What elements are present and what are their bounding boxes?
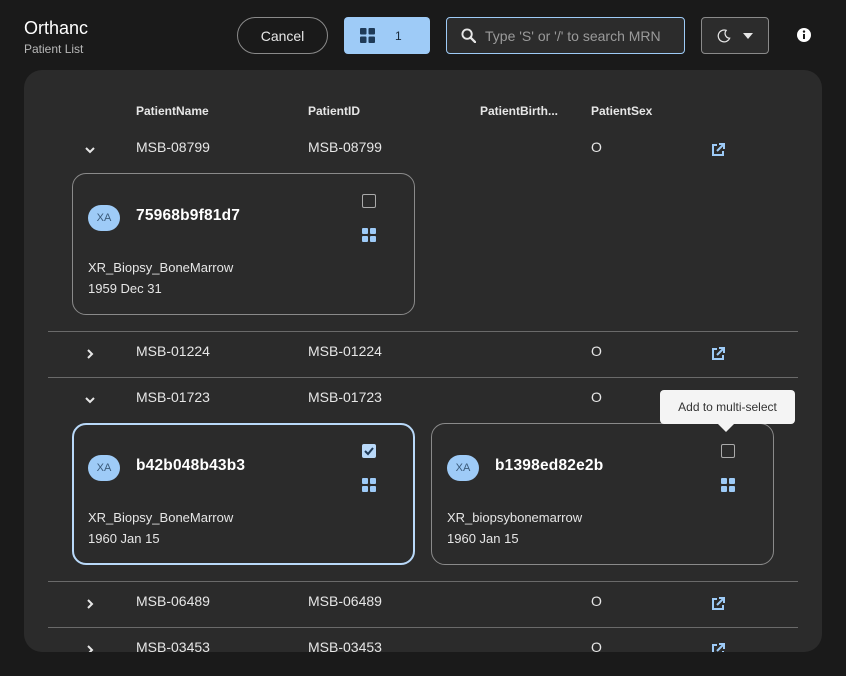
multiselect-view-button[interactable]: 1 (344, 17, 430, 54)
grid-icon[interactable] (362, 478, 376, 492)
cancel-button[interactable]: Cancel (237, 17, 328, 54)
multiselect-checkbox[interactable] (721, 444, 735, 458)
study-uid: b42b048b43b3 (136, 457, 246, 474)
multiselect-checkbox[interactable] (362, 444, 376, 458)
study-description: XR_Biopsy_BoneMarrow (88, 260, 234, 275)
patient-sex: O (591, 593, 602, 609)
patient-sex: O (591, 389, 602, 405)
column-header-patient-sex[interactable]: PatientSex (591, 104, 652, 118)
patient-id: MSB-06489 (308, 593, 382, 609)
patient-name: MSB-01723 (136, 389, 210, 405)
chevron-down-icon[interactable] (84, 394, 96, 406)
column-header-patient-name[interactable]: PatientName (136, 104, 209, 118)
checkmark-icon (364, 447, 374, 456)
study-description: XR_biopsybonemarrow (447, 510, 583, 525)
study-uid: 75968b9f81d7 (136, 207, 241, 224)
external-link-icon[interactable] (710, 642, 726, 652)
patient-id: MSB-08799 (308, 139, 382, 155)
row-divider (48, 627, 798, 628)
multiselect-count: 1 (395, 28, 402, 43)
patient-list-panel: PatientName PatientID PatientBirth... Pa… (24, 70, 822, 652)
moon-icon (717, 28, 731, 42)
search-input[interactable] (485, 27, 675, 44)
patient-name: MSB-06489 (136, 593, 210, 609)
patient-id: MSB-01224 (308, 343, 382, 359)
patient-name: MSB-03453 (136, 639, 210, 652)
chevron-right-icon[interactable] (84, 644, 96, 652)
study-uid: b1398ed82e2b (495, 457, 604, 474)
patient-sex: O (591, 343, 602, 359)
row-divider (48, 377, 798, 378)
chevron-down-icon[interactable] (84, 144, 96, 156)
app-subtitle: Patient List (24, 42, 84, 56)
caret-down-icon (743, 32, 753, 39)
column-header-patient-birthdate[interactable]: PatientBirth... (480, 104, 558, 118)
patient-id: MSB-01723 (308, 389, 382, 405)
chevron-right-icon[interactable] (84, 598, 96, 610)
study-card[interactable]: XA b1398ed82e2b XR_biopsybonemarrow 1960… (431, 423, 774, 565)
modality-badge: XA (88, 205, 120, 231)
study-description: XR_Biopsy_BoneMarrow (88, 510, 234, 525)
study-date: 1960 Jan 15 (88, 531, 160, 546)
theme-toggle-button[interactable] (701, 17, 769, 54)
search-icon (461, 28, 476, 43)
patient-sex: O (591, 139, 602, 155)
study-card[interactable]: XA b42b048b43b3 XR_Biopsy_BoneMarrow 196… (72, 423, 415, 565)
chevron-right-icon[interactable] (84, 348, 96, 360)
patient-id: MSB-03453 (308, 639, 382, 652)
patient-name: MSB-01224 (136, 343, 210, 359)
external-link-icon[interactable] (710, 346, 726, 362)
study-date: 1960 Jan 15 (447, 531, 519, 546)
column-header-patient-id[interactable]: PatientID (308, 104, 360, 118)
multiselect-checkbox[interactable] (362, 194, 376, 208)
brand: Orthanc Patient List (24, 17, 88, 56)
search-box[interactable] (446, 17, 685, 54)
patient-name: MSB-08799 (136, 139, 210, 155)
grid-icon (360, 28, 375, 43)
row-divider (48, 331, 798, 332)
app-title: Orthanc (24, 18, 89, 38)
modality-badge: XA (447, 455, 479, 481)
study-card[interactable]: XA 75968b9f81d7 XR_Biopsy_BoneMarrow 195… (72, 173, 415, 315)
grid-icon[interactable] (362, 228, 376, 242)
info-icon[interactable] (796, 27, 812, 43)
study-date: 1959 Dec 31 (88, 281, 162, 296)
external-link-icon[interactable] (710, 596, 726, 612)
patient-sex: O (591, 639, 602, 652)
modality-badge: XA (88, 455, 120, 481)
row-divider (48, 581, 798, 582)
multiselect-tooltip: Add to multi-select (660, 390, 795, 432)
external-link-icon[interactable] (710, 142, 726, 158)
grid-icon[interactable] (721, 478, 735, 492)
